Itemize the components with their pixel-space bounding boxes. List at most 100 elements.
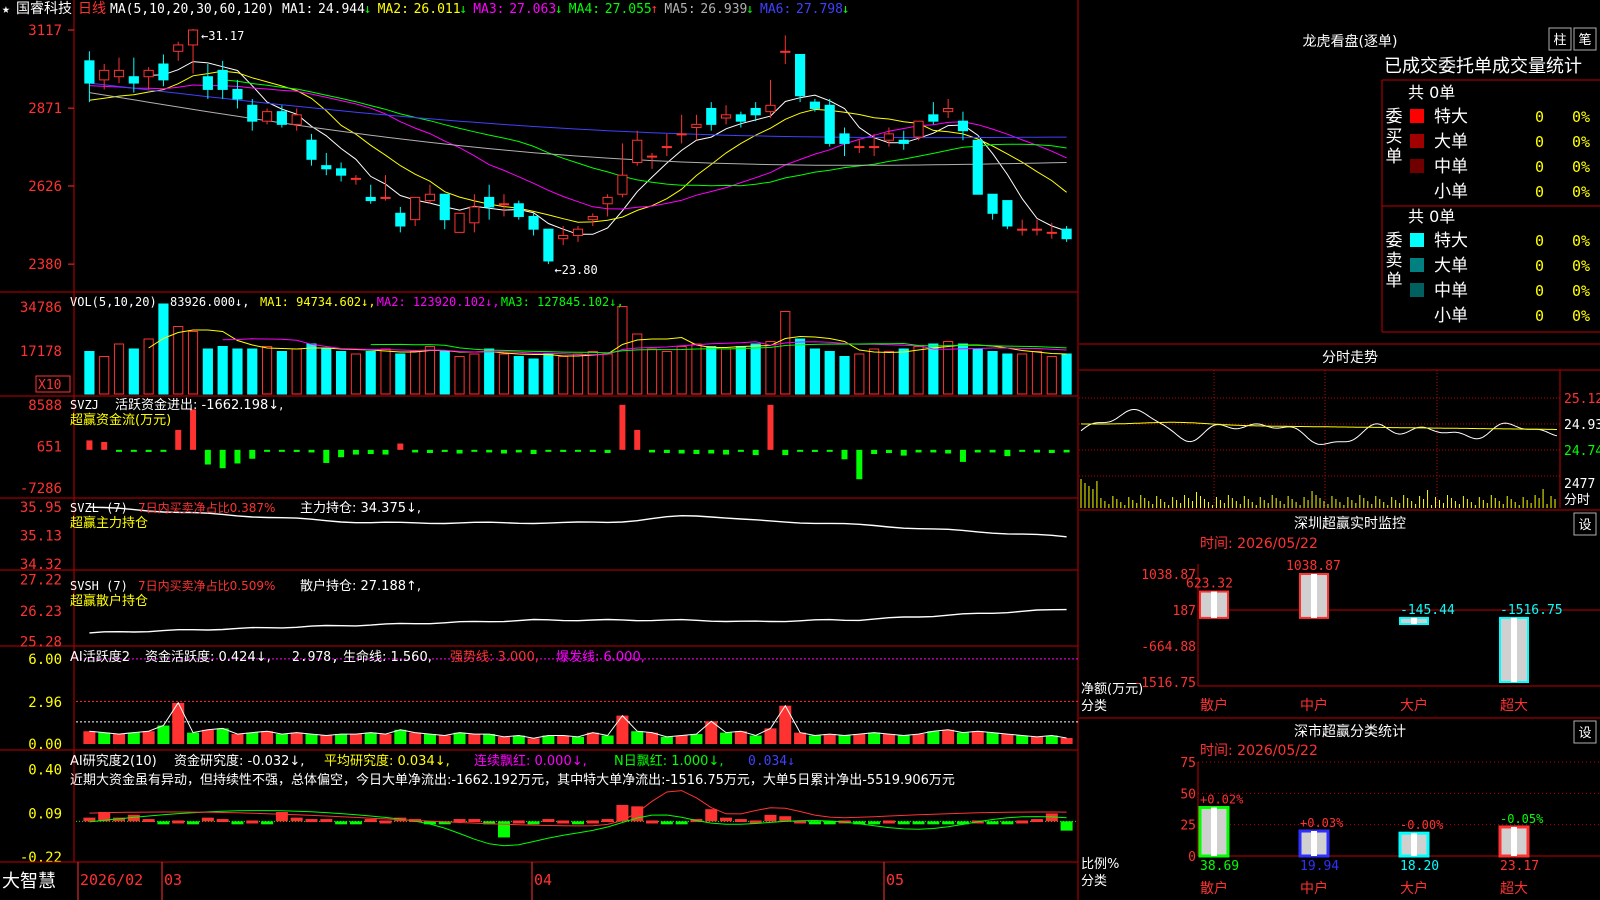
ai1-bar[interactable] [720,732,733,744]
volume-bar[interactable] [1031,351,1043,395]
ai1-bar[interactable] [882,734,895,744]
ai1-bar[interactable] [675,735,688,744]
svzj-bar[interactable] [412,449,419,453]
volume-bar[interactable] [869,348,880,395]
volume-bar[interactable] [676,346,687,395]
ai1-bar[interactable] [734,731,747,744]
ai2-bar[interactable] [986,821,999,825]
svzj-bar[interactable] [249,449,256,459]
svzj-bar[interactable] [367,449,374,455]
ai2-bar[interactable] [453,819,466,823]
candle-body[interactable] [972,139,983,195]
candle-body[interactable] [395,212,406,227]
candle-body[interactable] [928,114,939,122]
volume-bar[interactable] [395,353,406,395]
svzj-bar[interactable] [352,449,359,455]
ai2-bar[interactable] [557,820,570,824]
svzj-bar[interactable] [723,449,730,455]
svzj-bar[interactable] [101,441,108,450]
candle-body[interactable] [513,203,524,217]
ai2-bar[interactable] [142,819,155,823]
svzj-bar[interactable] [1004,449,1011,457]
ai2-bar[interactable] [512,820,525,824]
candle-body[interactable] [128,76,139,84]
svzj-bar[interactable] [204,449,211,465]
ai1-bar[interactable] [231,734,244,744]
ai2-bar[interactable] [349,821,362,825]
ai2-bar[interactable] [1016,820,1029,824]
ai1-bar[interactable] [942,729,955,744]
svzj-bar[interactable] [604,449,611,453]
svzj-bar[interactable] [871,449,878,455]
svzj-bar[interactable] [708,449,715,454]
svzj-bar[interactable] [959,449,966,462]
candle-body[interactable] [632,139,643,163]
volume-bar[interactable] [365,351,376,395]
candle-body[interactable] [410,196,421,221]
ai1-bar[interactable] [379,734,392,744]
volume-bar[interactable] [439,351,450,395]
ai2-bar[interactable] [764,814,777,822]
candle-body[interactable] [350,177,362,180]
candle-body[interactable] [217,69,228,90]
svzj-bar[interactable] [308,449,315,453]
ai1-bar[interactable] [349,734,362,744]
ai2-bar[interactable] [246,820,259,824]
svzj-bar[interactable] [426,449,433,453]
svzj-bar[interactable] [678,449,685,454]
volume-bar[interactable] [1061,353,1072,395]
ai2-bar[interactable] [1030,819,1043,823]
volume-bar[interactable] [691,343,702,395]
ai2-bar[interactable] [1001,821,1014,825]
volume-bar[interactable] [824,351,835,395]
ai1-bar[interactable] [690,734,703,744]
volume-bar[interactable] [321,348,332,395]
svzj-bar[interactable] [130,449,137,452]
ai1-bar[interactable] [956,732,969,744]
volume-bar[interactable] [972,348,983,395]
volume-bar[interactable] [928,343,939,395]
candle-body[interactable] [661,146,672,149]
candle-body[interactable] [498,203,510,206]
ai1-bar[interactable] [853,734,866,744]
volume-bar[interactable] [572,353,584,395]
svzj-bar[interactable] [86,440,93,450]
ai1-bar[interactable] [438,735,451,744]
candle-body[interactable] [854,146,865,149]
volume-bar[interactable] [794,338,806,395]
ai1-bar[interactable] [986,732,999,744]
ai1-bar[interactable] [113,734,126,744]
ai1-bar[interactable] [838,735,851,744]
ai2-bar[interactable] [705,809,718,822]
svzj-bar[interactable] [264,449,271,452]
ai2-bar[interactable] [912,821,925,825]
candle-body[interactable] [261,111,273,122]
volume-bar[interactable] [543,353,554,395]
ai2-bar[interactable] [275,812,288,822]
svzj-bar[interactable] [1048,449,1055,453]
ai2-bar[interactable] [335,821,348,825]
ai1-bar[interactable] [1016,735,1029,744]
ai2-bar[interactable] [646,820,659,824]
svzj-bar[interactable] [989,449,996,453]
ai2-bar[interactable] [187,821,200,825]
candle-body[interactable] [454,212,465,233]
svzj-bar[interactable] [530,449,537,455]
candle-body[interactable] [794,53,806,97]
svzj-bar[interactable] [382,449,389,455]
ai1-bar[interactable] [823,734,836,744]
svzj-bar[interactable] [930,449,937,453]
ai1-bar[interactable] [927,731,940,744]
candle-body[interactable] [987,193,998,214]
ai1-bar[interactable] [364,732,377,744]
svzj-bar[interactable] [116,449,123,452]
ai1-bar[interactable] [557,735,570,744]
ai1-bar[interactable] [749,735,762,744]
ai1-bar[interactable] [660,736,673,744]
candle-body[interactable] [617,174,628,195]
ai1-bar[interactable] [468,734,481,744]
ai2-bar[interactable] [261,821,274,825]
volume-bar[interactable] [306,343,317,395]
ai2-bar[interactable] [601,819,614,823]
ai2-bar[interactable] [231,821,244,825]
